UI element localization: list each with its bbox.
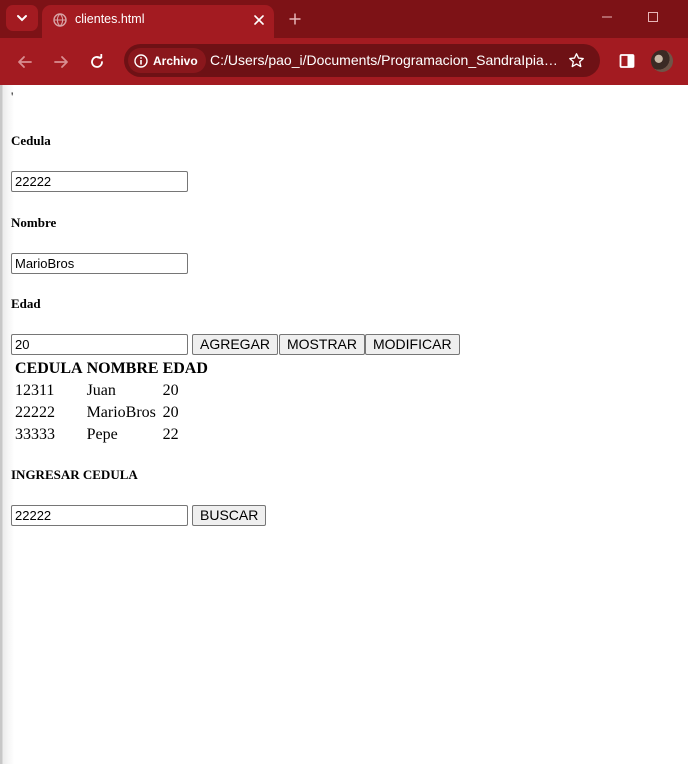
forward-arrow-icon <box>54 56 68 68</box>
cell-edad: 22 <box>162 426 179 443</box>
cell-nombre: Juan <box>86 382 116 399</box>
table-header-row: CEDULA NOMBRE EDAD <box>14 359 209 379</box>
nombre-input[interactable] <box>11 253 188 274</box>
reload-icon <box>91 54 103 68</box>
cedula-input[interactable] <box>11 171 188 192</box>
new-tab-button[interactable] <box>284 8 306 30</box>
cell-cedula: 33333 <box>15 426 55 443</box>
edad-input[interactable] <box>11 334 188 355</box>
header-edad: EDAD <box>162 360 208 377</box>
buscar-cedula-input[interactable] <box>11 505 188 526</box>
maximize-button[interactable] <box>642 6 664 28</box>
close-icon <box>254 15 264 25</box>
globe-icon <box>53 13 67 27</box>
avatar[interactable] <box>651 50 673 72</box>
cell-nombre: Pepe <box>86 426 118 443</box>
edad-label: Edad <box>11 296 41 311</box>
ingresar-cedula-label: INGRESAR CEDULA <box>11 467 138 482</box>
agregar-button[interactable]: AGREGAR <box>192 334 279 355</box>
stray-text: ' <box>11 89 14 104</box>
tab-close-button[interactable] <box>250 11 268 29</box>
cedula-label: Cedula <box>11 133 51 148</box>
star-icon <box>568 52 584 67</box>
cell-edad: 20 <box>162 382 179 399</box>
header-cedula: CEDULA <box>15 360 83 377</box>
table-row: 12311 Juan 20 <box>14 381 209 401</box>
table-row: 33333 Pepe 22 <box>14 425 209 445</box>
tab-search-button[interactable] <box>6 5 38 31</box>
minimize-button[interactable] <box>596 6 618 28</box>
bookmark-button[interactable] <box>566 50 586 70</box>
back-button[interactable] <box>13 50 37 74</box>
maximize-icon <box>648 12 658 22</box>
browser-toolbar: Archivo C:/Users/pao_i/Documents/Program… <box>0 38 688 85</box>
cell-edad: 20 <box>162 404 179 421</box>
reload-button[interactable] <box>85 50 109 74</box>
table-row: 22222 MarioBros 20 <box>14 403 209 423</box>
cell-cedula: 12311 <box>15 382 55 399</box>
forward-button[interactable] <box>49 50 73 74</box>
browser-tab[interactable]: clientes.html <box>42 5 274 38</box>
plus-icon <box>289 13 301 25</box>
back-arrow-icon <box>18 56 32 68</box>
side-panel-icon <box>619 54 635 68</box>
info-icon <box>134 53 148 68</box>
clients-table: CEDULA NOMBRE EDAD 12311 Juan 20 22222 M… <box>12 357 211 447</box>
page-content: ' Cedula Nombre Edad AGREGAR MOSTRAR MOD… <box>0 85 688 764</box>
cell-nombre: MarioBros <box>86 404 156 421</box>
title-bar: clientes.html <box>0 0 688 38</box>
side-panel-button[interactable] <box>617 51 637 71</box>
modificar-button[interactable]: MODIFICAR <box>365 334 460 355</box>
header-nombre: NOMBRE <box>86 360 159 377</box>
minimize-icon <box>602 16 612 18</box>
chevron-down-icon <box>17 15 27 22</box>
site-info-chip[interactable]: Archivo <box>128 48 206 73</box>
address-bar[interactable]: Archivo C:/Users/pao_i/Documents/Program… <box>124 44 600 77</box>
tab-title: clientes.html <box>75 12 145 26</box>
url-text[interactable]: C:/Users/pao_i/Documents/Programacion_Sa… <box>210 52 560 68</box>
mostrar-button[interactable]: MOSTRAR <box>279 334 365 355</box>
cell-cedula: 22222 <box>15 404 55 421</box>
chip-label: Archivo <box>153 53 198 68</box>
nombre-label: Nombre <box>11 215 57 230</box>
buscar-button[interactable]: BUSCAR <box>192 505 267 526</box>
